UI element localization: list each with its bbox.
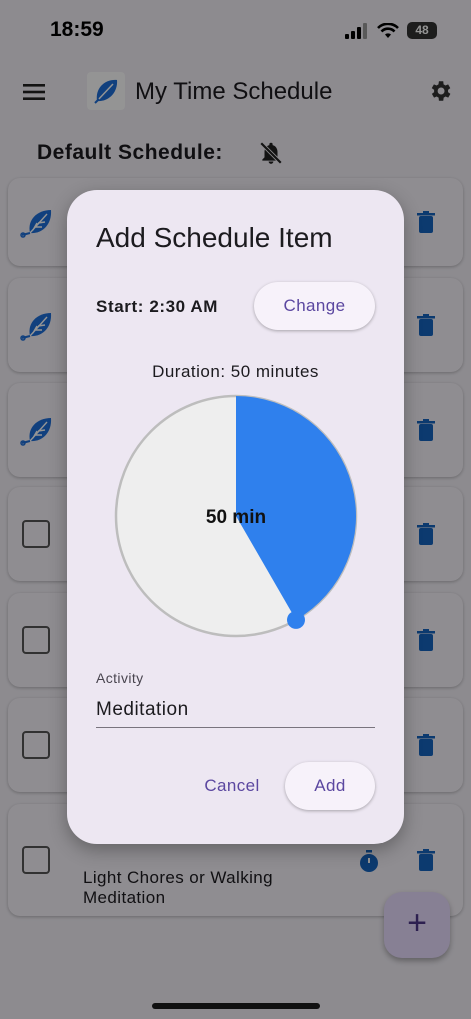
dial-center-text: 50 min <box>206 507 266 528</box>
activity-label: Activity <box>96 670 144 686</box>
dial-drag-handle[interactable] <box>287 610 305 629</box>
dialog-title: Add Schedule Item <box>96 222 333 253</box>
activity-input[interactable] <box>96 692 375 728</box>
cancel-button[interactable]: Cancel <box>195 762 269 810</box>
home-indicator <box>152 1003 320 1009</box>
add-schedule-item-dialog: Add Schedule Item Start: 2:30 AM Change … <box>67 190 404 844</box>
change-start-button[interactable]: Change <box>254 282 375 330</box>
duration-label: Duration: 50 minutes <box>152 362 319 381</box>
add-button[interactable]: Add <box>285 762 375 810</box>
duration-dial[interactable]: 50 min <box>112 392 360 640</box>
start-time-label: Start: 2:30 AM <box>96 297 219 316</box>
